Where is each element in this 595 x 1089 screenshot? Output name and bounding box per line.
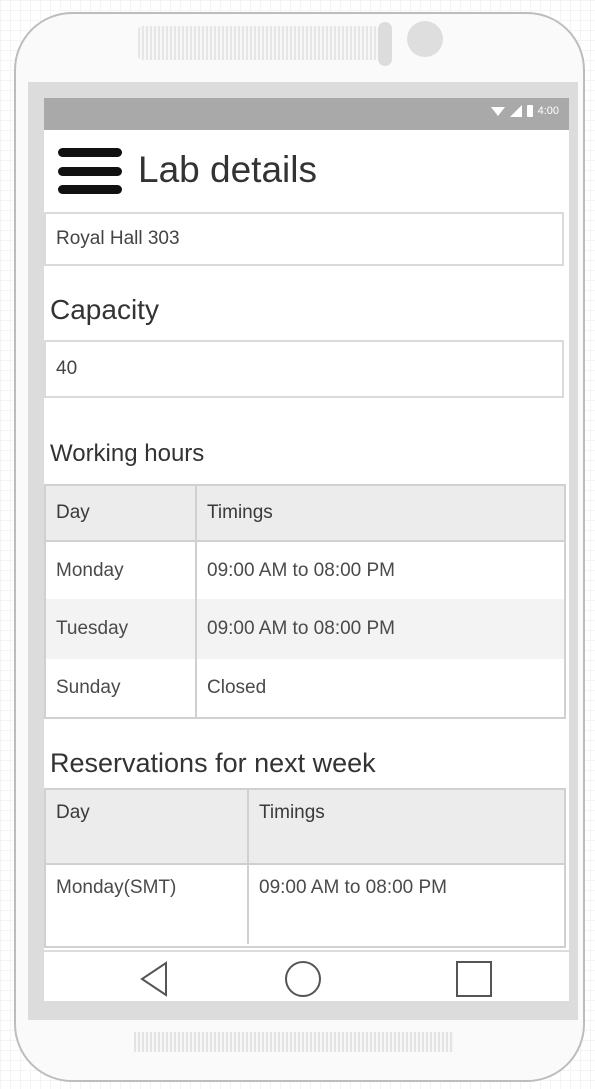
app-bar: Lab details [44,130,569,210]
column-header-timings: Timings [196,486,564,542]
working-hours-heading: Working hours [50,440,205,467]
back-triangle-icon[interactable] [136,959,176,999]
timings-cell: Closed [207,677,267,698]
status-time: 4:00 [537,105,559,117]
status-bar: 4:00 [44,98,569,130]
page-title: Lab details [138,149,317,190]
timings-cell: 09:00 AM to 08:00 PM [259,877,448,898]
bottom-speaker [134,1032,454,1052]
battery-icon [526,105,533,117]
proximity-sensor [378,22,392,66]
navigation-bar [44,950,569,1001]
column-header-day: Day [46,790,249,865]
column-header-timings: Timings [248,790,564,865]
front-camera-icon [407,21,443,57]
earpiece-speaker [138,26,378,60]
day-cell: Monday [46,541,197,599]
table-row: Monday(SMT) 09:00 AM to 08:00 PM [46,864,564,944]
table-header-row: Day Timings [46,790,564,865]
working-hours-table: Day Timings Monday 09:00 AM to 08:00 PM … [44,484,566,719]
table-row: Sunday Closed [46,659,564,717]
status-icons: 4:00 [490,105,559,117]
reservations-table: Day Timings Monday(SMT) 09:00 AM to 08:0… [44,788,566,948]
cell-signal-icon [509,105,522,117]
timings-cell: 09:00 AM to 08:00 PM [207,559,396,581]
table-row: Monday 09:00 AM to 08:00 PM [46,541,564,599]
table-row: Tuesday 09:00 AM to 08:00 PM [46,599,564,659]
day-cell: Sunday [46,659,197,717]
capacity-field[interactable]: 40 [44,340,564,398]
timings-cell: 09:00 AM to 08:00 PM [207,618,396,639]
wifi-icon [490,106,505,116]
recents-square-icon[interactable] [454,959,494,999]
lab-name-field[interactable]: Royal Hall 303 [44,212,564,266]
column-header-day: Day [46,486,197,542]
day-cell: Monday(SMT) [46,864,249,944]
app-screen: 4:00 Lab details Royal Hall 303 Capacity… [44,98,569,1001]
home-circle-icon[interactable] [283,959,323,999]
capacity-heading: Capacity [50,294,159,325]
table-header-row: Day Timings [46,486,564,542]
reservations-heading: Reservations for next week [50,748,376,778]
hamburger-menu-icon[interactable] [58,148,122,194]
day-cell: Tuesday [46,599,197,659]
